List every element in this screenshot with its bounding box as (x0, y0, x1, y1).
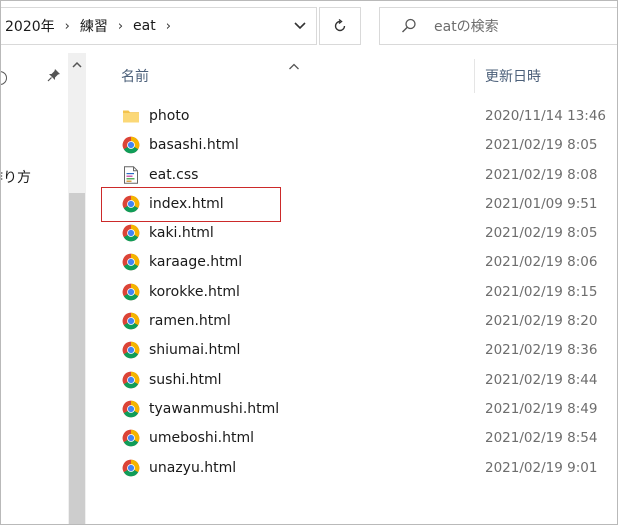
file-row[interactable]: korokke.html 2021/02/19 8:15 (114, 278, 617, 307)
folder-icon (122, 107, 140, 125)
file-row[interactable]: sushi.html 2021/02/19 8:44 (114, 366, 617, 395)
scrollbar-thumb[interactable] (69, 193, 85, 524)
file-name[interactable]: korokke.html (149, 284, 240, 300)
file-name[interactable]: umeboshi.html (149, 430, 254, 446)
file-row[interactable]: ramen.html 2021/02/19 8:20 (114, 307, 617, 336)
chrome-html-icon (122, 400, 140, 418)
file-date-modified: 2021/02/19 8:49 (485, 400, 598, 417)
chrome-html-icon (122, 459, 140, 477)
breadcrumb-item[interactable]: eat (127, 18, 162, 34)
file-name[interactable]: shiumai.html (149, 342, 240, 358)
file-name[interactable]: karaage.html (149, 254, 242, 270)
chevron-down-icon (294, 22, 306, 30)
css-file-icon (122, 165, 140, 184)
nav-scrollbar[interactable] (68, 53, 86, 524)
chrome-html-icon (122, 224, 140, 242)
file-row[interactable]: shiumai.html 2021/02/19 8:36 (114, 336, 617, 365)
column-divider[interactable] (474, 59, 475, 93)
file-date-modified: 2021/02/19 8:08 (485, 166, 598, 183)
chrome-html-icon (122, 341, 140, 359)
file-name[interactable]: photo (149, 108, 189, 124)
file-date-modified: 2021/02/19 8:20 (485, 313, 598, 330)
file-date-modified: 2021/02/19 8:15 (485, 283, 598, 300)
file-name[interactable]: sushi.html (149, 372, 222, 388)
chrome-html-icon (122, 429, 140, 447)
file-name[interactable]: basashi.html (149, 137, 239, 153)
file-list: photo 2020/11/14 13:46 basashi.html 2021/02… (114, 102, 617, 483)
file-row[interactable]: basashi.html 2021/02/19 8:05 (114, 131, 617, 160)
breadcrumb-item[interactable]: 練習 (74, 16, 114, 36)
refresh-icon (334, 18, 346, 32)
file-date-modified: 2020/11/14 13:46 (485, 108, 607, 124)
file-name[interactable]: kaki.html (149, 225, 214, 241)
file-date-modified: 2021/02/19 8:44 (485, 371, 598, 388)
file-row[interactable]: unazyu.html 2021/02/19 9:01 (114, 454, 617, 483)
file-row[interactable]: photo 2020/11/14 13:46 (114, 102, 617, 131)
file-date-modified: 2021/02/19 8:05 (485, 225, 598, 242)
chrome-html-icon (122, 195, 140, 213)
file-date-modified: 2021/02/19 9:01 (485, 459, 598, 476)
chrome-html-icon (122, 283, 140, 301)
chrome-html-icon (122, 312, 140, 330)
file-name[interactable]: eat.css (149, 167, 198, 183)
search-placeholder: eatの検索 (434, 19, 499, 35)
scroll-up-arrow-icon[interactable] (68, 57, 86, 73)
chrome-html-icon (122, 371, 140, 389)
file-row[interactable]: eat.css 2021/02/19 8:08 (114, 161, 617, 190)
file-row[interactable]: index.html 2021/01/09 9:51 (114, 190, 617, 219)
breadcrumb-separator[interactable]: › (162, 19, 175, 34)
file-row[interactable]: karaage.html 2021/02/19 8:06 (114, 248, 617, 277)
file-date-modified: 2021/01/09 9:51 (485, 195, 598, 212)
column-header-name[interactable]: 名前 (121, 66, 149, 86)
search-icon (400, 17, 420, 35)
nav-item-label[interactable]: 作り方 (1, 167, 31, 187)
column-header-date[interactable]: 更新日時 (485, 66, 541, 86)
file-date-modified: 2021/02/19 8:36 (485, 342, 598, 359)
breadcrumb-separator[interactable]: › (61, 19, 74, 34)
navigation-pane: 作り方 (1, 53, 67, 524)
file-date-modified: 2021/02/19 8:54 (485, 430, 598, 447)
address-bar[interactable]: 2020年 › 練習 › eat › (1, 7, 317, 45)
sort-ascending-icon (288, 56, 300, 75)
file-name[interactable]: unazyu.html (149, 460, 236, 476)
chrome-html-icon (122, 136, 140, 154)
search-box[interactable]: eatの検索 (379, 7, 617, 45)
nav-item-icon (1, 71, 7, 85)
explorer-window: 2020年 › 練習 › eat › eatの検索 り方 名前 更新日時 pho… (0, 0, 618, 525)
file-name[interactable]: ramen.html (149, 313, 231, 329)
breadcrumb-separator[interactable]: › (114, 19, 127, 34)
file-row[interactable]: tyawanmushi.html 2021/02/19 8:49 (114, 395, 617, 424)
file-date-modified: 2021/02/19 8:06 (485, 254, 598, 271)
chrome-html-icon (122, 253, 140, 271)
file-name[interactable]: index.html (149, 196, 224, 212)
file-name[interactable]: tyawanmushi.html (149, 401, 279, 417)
file-row[interactable]: kaki.html 2021/02/19 8:05 (114, 219, 617, 248)
address-history-dropdown[interactable] (284, 8, 316, 44)
file-date-modified: 2021/02/19 8:05 (485, 137, 598, 154)
file-row[interactable]: umeboshi.html 2021/02/19 8:54 (114, 424, 617, 453)
breadcrumb-item[interactable]: 2020年 (1, 16, 61, 36)
refresh-button[interactable] (319, 7, 361, 45)
pin-icon[interactable] (47, 67, 61, 86)
